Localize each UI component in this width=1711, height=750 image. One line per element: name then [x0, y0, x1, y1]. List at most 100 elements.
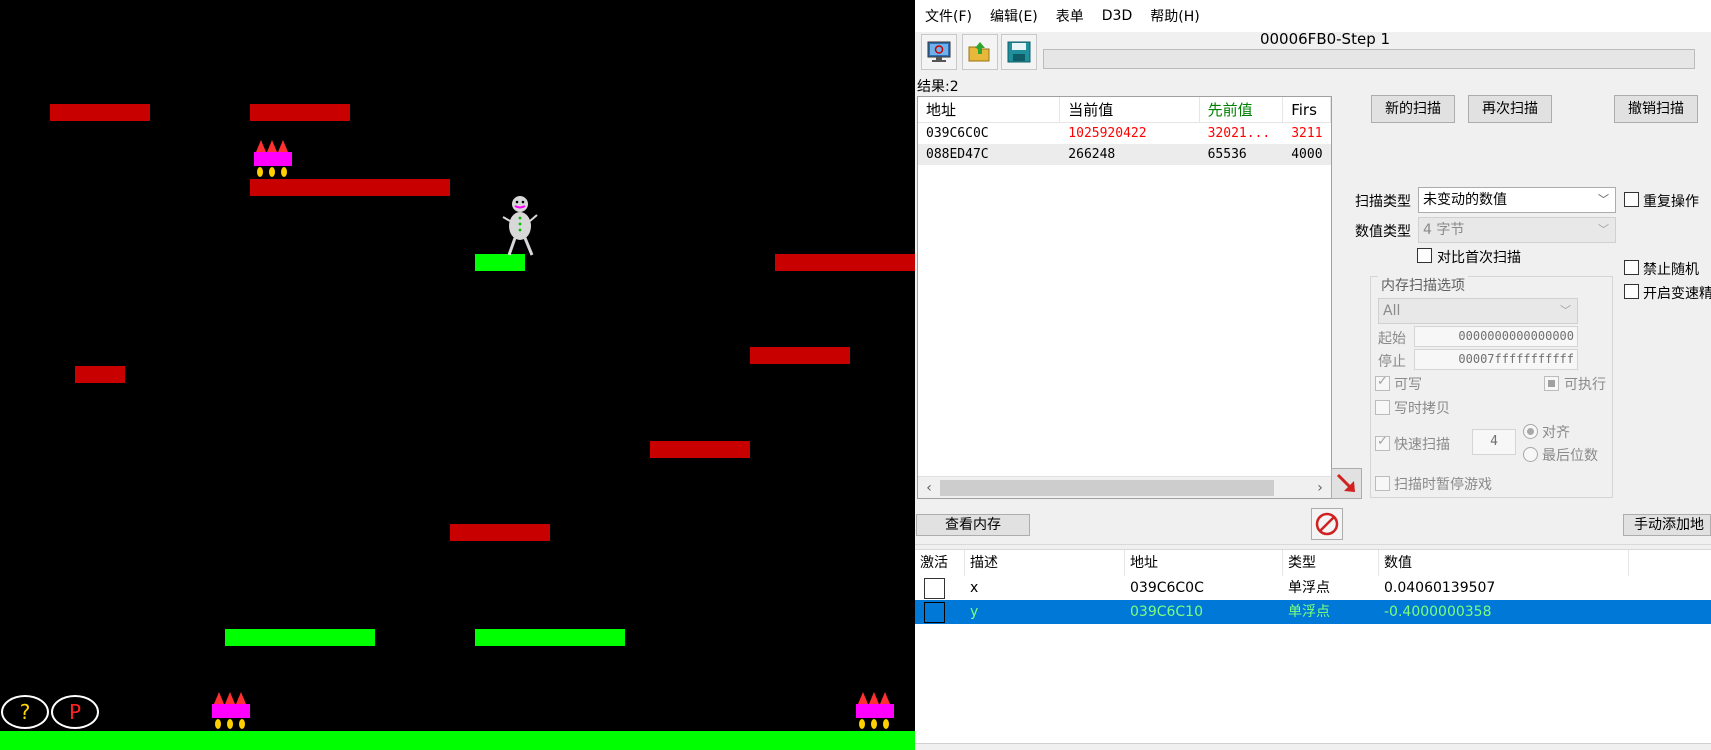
process-title: 00006FB0-Step 1 [1259, 30, 1391, 48]
repeat-op-checkbox[interactable] [1624, 192, 1639, 207]
prohibited-icon [1315, 512, 1339, 536]
scroll-right-icon[interactable]: › [1311, 478, 1329, 498]
last-digits-radio[interactable] [1523, 447, 1538, 462]
stop-scan-button[interactable] [1311, 508, 1343, 540]
save-table-button[interactable] [1001, 34, 1037, 70]
add-results-to-table-button[interactable] [1331, 468, 1362, 499]
green-platform [225, 629, 375, 646]
scan-progress-bar [1043, 49, 1695, 69]
entry-value[interactable]: -0.4000000358 [1379, 600, 1629, 624]
col-address[interactable]: 地址 [918, 97, 1061, 123]
results-hscrollbar[interactable]: ‹ › [918, 476, 1331, 498]
start-address-label: 起始 [1378, 331, 1406, 347]
chevron-down-icon: ﹀ [1598, 193, 1609, 206]
writable-label: 可写 [1394, 377, 1422, 393]
copy-on-write-checkbox[interactable] [1375, 400, 1390, 415]
writable-checkbox[interactable] [1375, 374, 1390, 391]
scan-type-value: 未变动的数值 [1423, 192, 1507, 208]
disable-random-checkbox[interactable] [1624, 260, 1639, 275]
menu-bar: 文件(F) 编辑(E) 表单 D3D 帮助(H) [915, 0, 1711, 32]
col-previous-value[interactable]: 先前值 [1200, 97, 1284, 123]
green-platform [475, 629, 625, 646]
new-scan-button[interactable]: 新的扫描 [1371, 95, 1455, 123]
undo-scan-button[interactable]: 撤销扫描 [1614, 95, 1698, 123]
chevron-down-icon: ﹀ [1598, 223, 1609, 236]
value-type-select[interactable]: 4 字节 ﹀ [1418, 217, 1616, 243]
active-checkbox[interactable] [924, 601, 945, 623]
disable-random-label: 禁止随机 [1643, 262, 1699, 278]
entry-value[interactable]: 0.04060139507 [1379, 576, 1629, 600]
address-table[interactable]: 激活 描述 地址 类型 数值 x 039C6C0C 单浮点 0.04060139… [915, 550, 1711, 743]
start-address-input[interactable]: 0000000000000000 [1414, 326, 1578, 347]
entry-type[interactable]: 单浮点 [1283, 576, 1379, 600]
result-first: 4000 [1291, 147, 1323, 162]
col-first-value[interactable]: Firs [1283, 97, 1331, 123]
entry-address[interactable]: 039C6C10 [1125, 600, 1283, 624]
menu-edit[interactable]: 编辑(E) [990, 6, 1038, 26]
active-cell [915, 600, 965, 624]
entry-type[interactable]: 单浮点 [1283, 600, 1379, 624]
executable-checkbox[interactable] [1544, 376, 1559, 391]
help-label: ? [19, 700, 31, 724]
table-row[interactable]: y 039C6C10 单浮点 -0.4000000358 [915, 600, 1711, 624]
results-header: 地址 当前值 先前值 Firs [918, 97, 1331, 123]
menu-help[interactable]: 帮助(H) [1150, 6, 1199, 26]
stop-address-label: 停止 [1378, 354, 1406, 370]
fast-scan-label: 快速扫描 [1394, 437, 1450, 453]
align-radio[interactable] [1523, 424, 1538, 439]
pause-game-checkbox[interactable] [1375, 476, 1390, 491]
fast-scan-checkbox[interactable] [1375, 434, 1390, 451]
help-button[interactable]: ? [1, 695, 49, 729]
address-table-header: 激活 描述 地址 类型 数值 [915, 550, 1711, 576]
open-table-button[interactable] [962, 34, 998, 70]
red-platform [75, 366, 125, 383]
result-address: 088ED47C [926, 147, 989, 162]
col-description[interactable]: 描述 [965, 550, 1125, 576]
col-address[interactable]: 地址 [1125, 550, 1283, 576]
entry-description[interactable]: y [965, 600, 1125, 624]
col-type[interactable]: 类型 [1283, 550, 1379, 576]
col-active[interactable]: 激活 [915, 550, 965, 576]
scroll-left-icon[interactable]: ‹ [920, 478, 938, 498]
pause-game-label: 扫描时暂停游戏 [1394, 477, 1492, 493]
pause-button[interactable]: P [51, 695, 99, 729]
last-digits-label: 最后位数 [1542, 448, 1598, 464]
value-type-label: 数值类型 [1355, 224, 1411, 240]
spike-enemy [212, 692, 250, 729]
speedhack-checkbox[interactable] [1624, 284, 1639, 299]
scroll-thumb[interactable] [940, 480, 1274, 496]
results-count: 结果:2 [917, 79, 959, 95]
copy-on-write-label: 写时拷贝 [1394, 401, 1450, 417]
chevron-down-icon: ﹀ [1560, 304, 1571, 317]
entry-description[interactable]: x [965, 576, 1125, 600]
next-scan-button[interactable]: 再次扫描 [1468, 95, 1552, 123]
mem-options-title: 内存扫描选项 [1378, 275, 1468, 295]
red-platform [450, 524, 550, 541]
table-row[interactable]: x 039C6C0C 单浮点 0.04060139507 [915, 576, 1711, 600]
results-row[interactable]: 088ED47C 266248 65536 4000 [918, 144, 1331, 165]
active-checkbox[interactable] [924, 577, 945, 599]
add-address-manually-button[interactable]: 手动添加地 [1623, 514, 1711, 536]
result-previous: 65536 [1207, 147, 1247, 162]
stop-address-input[interactable]: 00007fffffffffff [1414, 349, 1578, 370]
red-platform [650, 441, 750, 458]
select-process-button[interactable] [921, 34, 957, 70]
col-value[interactable]: 数值 [1379, 550, 1629, 576]
col-current-value[interactable]: 当前值 [1060, 97, 1200, 123]
view-memory-button[interactable]: 查看内存 [916, 514, 1030, 536]
fast-scan-alignment-input[interactable]: 4 [1472, 429, 1516, 455]
game-canvas[interactable]: ? P [0, 0, 915, 750]
scan-results-list[interactable]: 地址 当前值 先前值 Firs 039C6C0C 1025920422 3202… [917, 96, 1332, 499]
menu-file[interactable]: 文件(F) [925, 6, 972, 26]
indeterminate-icon [1548, 380, 1555, 387]
result-address: 039C6C0C [926, 126, 989, 141]
memory-region-select[interactable]: All ﹀ [1378, 298, 1578, 324]
menu-table[interactable]: 表单 [1056, 6, 1084, 26]
results-row[interactable]: 039C6C0C 1025920422 32021... 3211 [918, 123, 1331, 144]
pause-label: P [68, 700, 82, 724]
menu-d3d[interactable]: D3D [1102, 8, 1132, 24]
red-platform [750, 347, 850, 364]
scan-type-select[interactable]: 未变动的数值 ﹀ [1418, 187, 1616, 213]
entry-address[interactable]: 039C6C0C [1125, 576, 1283, 600]
compare-first-checkbox[interactable] [1417, 248, 1432, 263]
